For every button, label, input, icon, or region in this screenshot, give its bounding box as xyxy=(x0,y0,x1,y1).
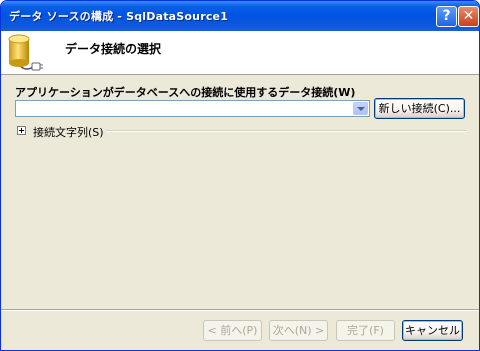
close-button[interactable]: ✕ xyxy=(458,6,479,27)
help-button[interactable]: ? xyxy=(436,6,457,27)
next-button[interactable]: 次へ(N) > xyxy=(269,320,328,341)
finish-button[interactable]: 完了(F) xyxy=(336,320,395,341)
chevron-down-icon[interactable] xyxy=(353,102,368,115)
expand-plus-icon[interactable] xyxy=(17,126,26,135)
window-title: データ ソースの構成 - SqlDataSource1 xyxy=(9,10,229,23)
connection-label: アプリケーションがデータベースへの接続に使用するデータ接続(W) xyxy=(15,86,356,99)
connection-string-label[interactable]: 接続文字列(S) xyxy=(33,124,104,140)
dialog-window: データ ソースの構成 - SqlDataSource1 ? ✕ データ接続の選択… xyxy=(0,0,480,351)
new-connection-button[interactable]: 新しい接続(C)... xyxy=(374,98,465,119)
cancel-button[interactable]: キャンセル xyxy=(402,320,463,341)
database-plug-icon xyxy=(8,34,43,71)
title-bar[interactable]: データ ソースの構成 - SqlDataSource1 ? ✕ xyxy=(1,1,479,31)
footer-divider xyxy=(1,309,479,311)
connection-dropdown[interactable] xyxy=(15,100,370,117)
back-button[interactable]: < 前へ(P) xyxy=(203,320,262,341)
page-title: データ接続の選択 xyxy=(65,42,162,56)
wizard-header: データ接続の選択 xyxy=(1,31,479,75)
group-divider xyxy=(106,130,466,132)
